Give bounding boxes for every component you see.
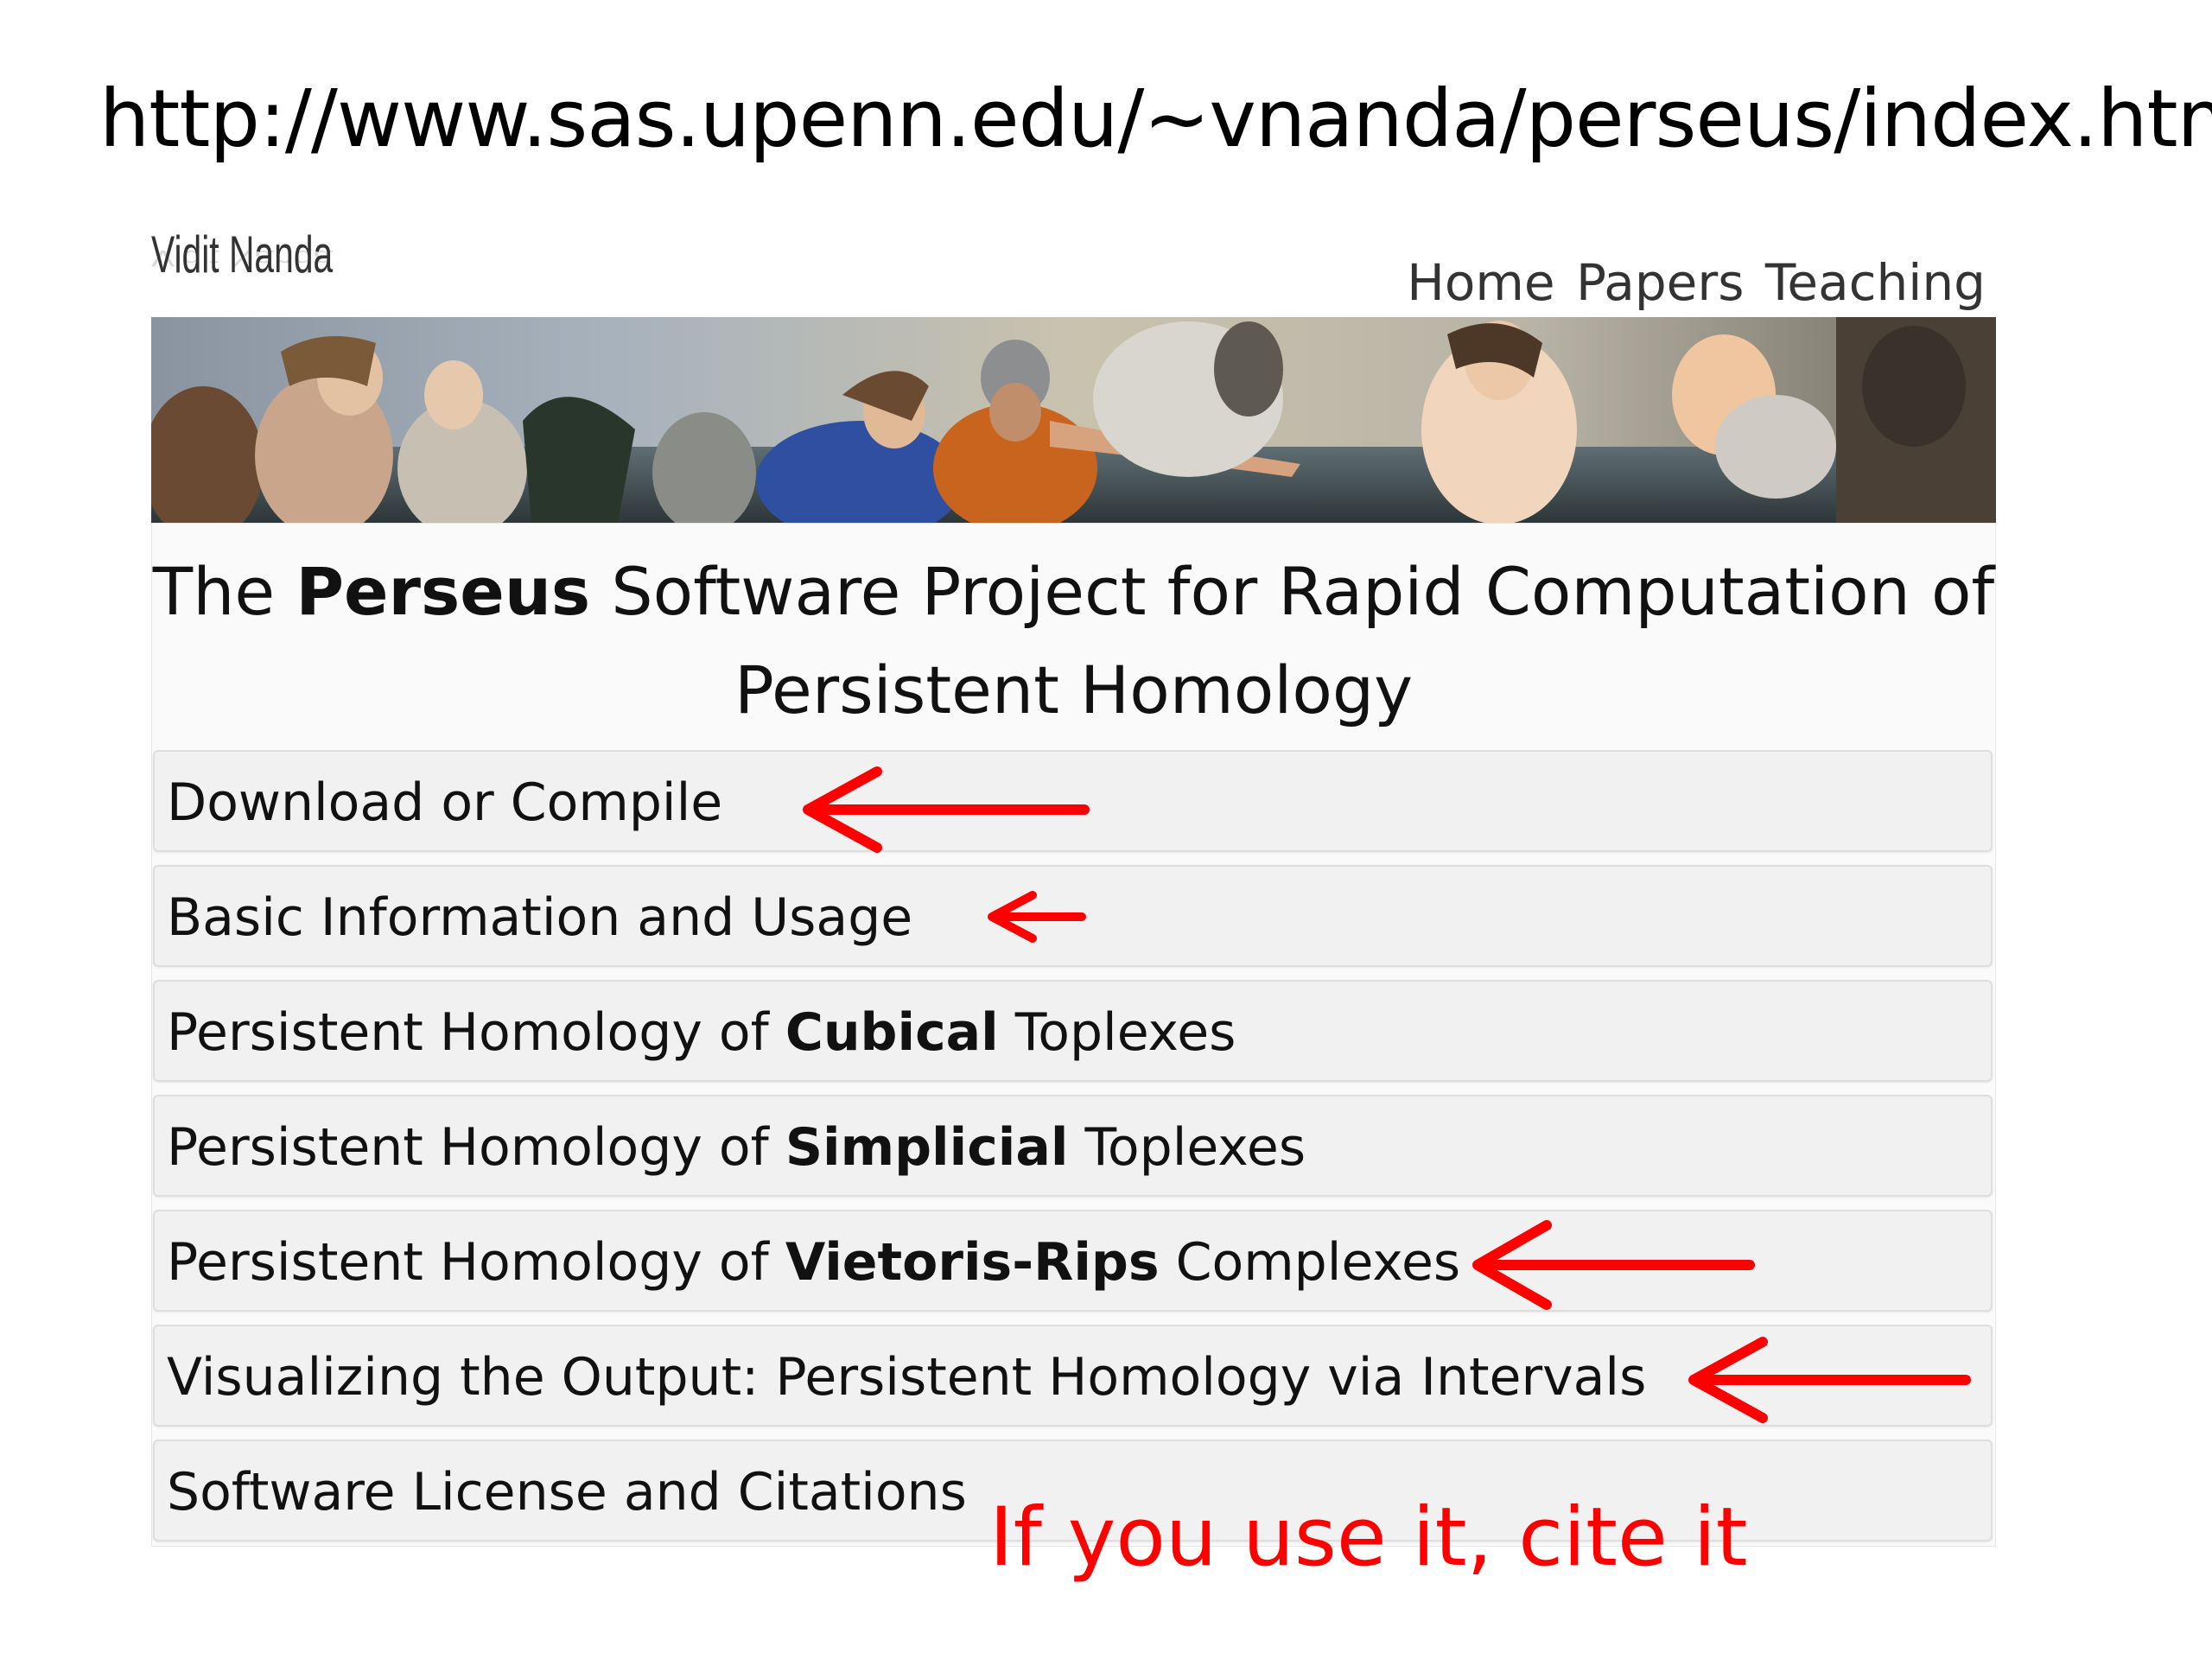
section-label: Download or Compile xyxy=(167,772,723,833)
banner-painting-image xyxy=(151,317,1996,523)
url-heading: http://www.sas.upenn.edu/~vnanda/perseus… xyxy=(99,73,2212,165)
project-title: The Perseus Software Project for Rapid C… xyxy=(152,553,1995,728)
section-label: Visualizing the Output: Persistent Homol… xyxy=(167,1347,1647,1408)
section-label: Persistent Homology of Vietoris-Rips Com… xyxy=(167,1232,1461,1293)
left-arrow-annotation-icon xyxy=(988,891,1086,943)
top-nav: Home Papers Teaching xyxy=(1402,248,1986,317)
site-name-logo[interactable]: Vidit Nanda xyxy=(151,220,333,289)
left-arrow-annotation-icon xyxy=(1472,1220,1755,1310)
section-label: Basic Information and Usage xyxy=(167,887,913,948)
section-label: Persistent Homology of Simplicial Toplex… xyxy=(167,1117,1306,1178)
section-label: Persistent Homology of Cubical Toplexes xyxy=(167,1002,1236,1063)
left-arrow-annotation-icon xyxy=(803,766,1090,853)
nav-teaching-link[interactable]: Teaching xyxy=(1765,253,1986,312)
left-arrow-annotation-icon xyxy=(1688,1337,1971,1423)
section-cubical-toplexes[interactable]: Persistent Homology of Cubical Toplexes xyxy=(153,980,1993,1082)
cite-it-annotation: If you use it, cite it xyxy=(989,1491,1748,1585)
nav-papers-link[interactable]: Papers xyxy=(1576,253,1744,312)
section-simplicial-toplexes[interactable]: Persistent Homology of Simplicial Toplex… xyxy=(153,1095,1993,1197)
section-label: Software License and Citations xyxy=(167,1462,967,1522)
nav-home-link[interactable]: Home xyxy=(1407,253,1554,312)
